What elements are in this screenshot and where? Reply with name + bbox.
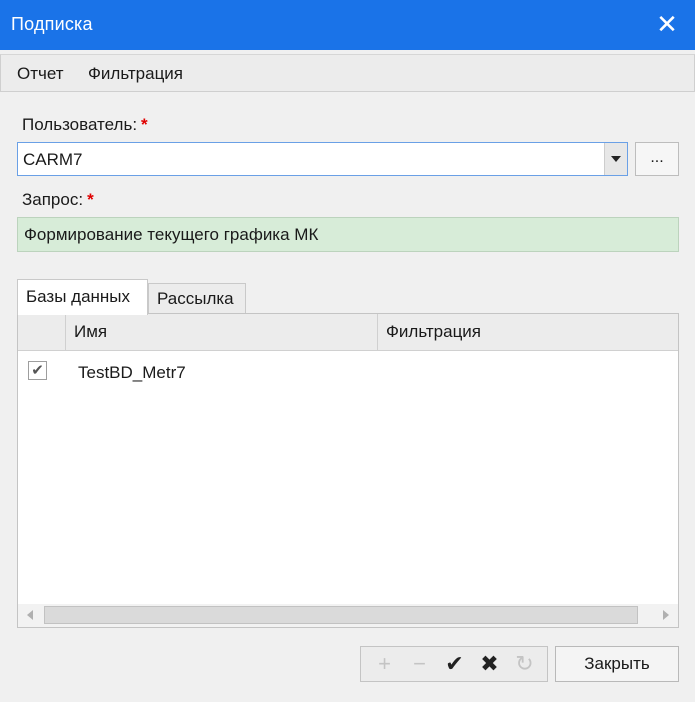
user-combobox-value: CARM7 [23,150,83,169]
menu-item-report[interactable]: Отчет [17,64,64,84]
minus-icon[interactable]: − [402,647,437,681]
column-header-name[interactable]: Имя [66,314,378,350]
user-label-text: Пользователь: [22,115,138,134]
window-title: Подписка [11,14,93,34]
required-mark: * [87,190,94,209]
table-row[interactable]: ✔ TestBD_Metr7 [18,351,678,391]
row-checkbox[interactable]: ✔ [28,361,47,380]
user-combobox[interactable]: CARM7 [17,142,628,176]
query-label-text: Запрос: [22,190,84,209]
menu-bar: Отчет Фильтрация [0,54,695,92]
column-header-check[interactable] [18,314,66,350]
chevron-down-icon[interactable] [604,143,627,175]
close-icon[interactable]: ✕ [653,9,681,39]
user-label: Пользователь: * [22,115,148,135]
row-name: TestBD_Metr7 [78,363,186,382]
scroll-left-icon[interactable] [27,610,33,620]
column-header-filter-label: Фильтрация [386,322,482,341]
tab-databases-label: Базы данных [26,287,131,306]
scroll-right-icon[interactable] [663,610,669,620]
databases-grid: Имя Фильтрация ✔ TestBD_Metr7 [17,313,679,628]
grid-toolbar: + − ✔ ✖ ↻ [360,646,548,682]
cross-icon[interactable]: ✖ [472,647,507,681]
scrollbar-thumb[interactable] [44,606,638,624]
tab-databases[interactable]: Базы данных [17,279,148,315]
query-field-value: Формирование текущего графика МК [24,225,319,244]
grid-header: Имя Фильтрация [18,314,678,351]
tab-mailing[interactable]: Рассылка [148,283,246,314]
column-header-filter[interactable]: Фильтрация [378,314,678,350]
query-label: Запрос: * [22,190,94,210]
browse-user-button[interactable]: ... [635,142,679,176]
query-field[interactable]: Формирование текущего графика МК [17,217,679,252]
menu-item-filter[interactable]: Фильтрация [88,64,183,84]
horizontal-scrollbar[interactable] [18,604,678,627]
required-mark: * [141,115,148,134]
tab-mailing-label: Рассылка [157,289,234,308]
plus-icon[interactable]: + [367,647,402,681]
refresh-icon[interactable]: ↻ [507,647,542,681]
title-bar: Подписка ✕ [0,0,695,50]
close-button[interactable]: Закрыть [555,646,679,682]
check-icon[interactable]: ✔ [437,647,472,681]
column-header-name-label: Имя [74,322,108,341]
